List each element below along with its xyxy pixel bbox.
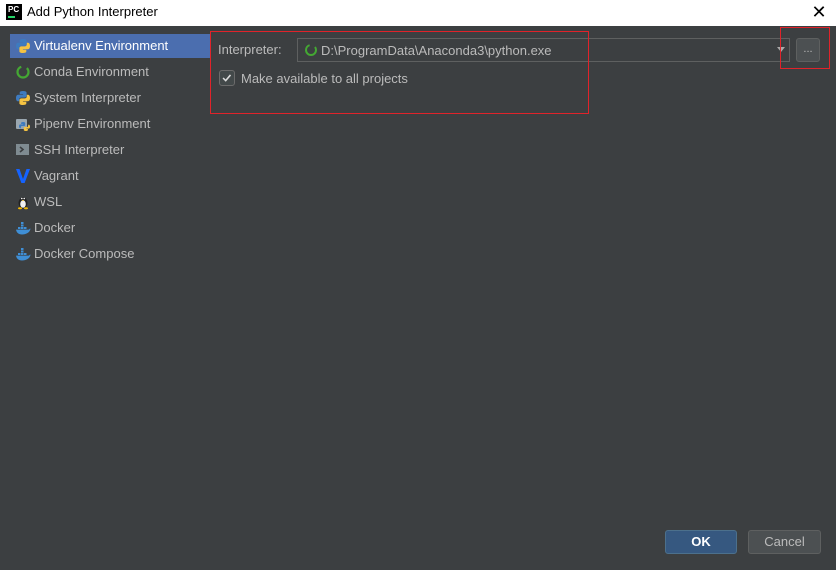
interpreter-combobox[interactable]: D:\ProgramData\Anaconda3\python.exe — [297, 38, 790, 62]
ok-button[interactable]: OK — [665, 530, 737, 554]
sidebar-item-label: WSL — [34, 194, 63, 209]
docker-icon — [16, 222, 31, 235]
title-bar: PC Add Python Interpreter ✕ — [0, 0, 836, 26]
close-button[interactable]: ✕ — [802, 0, 836, 26]
sidebar-item-label: Docker — [34, 220, 76, 235]
checkmark-icon — [222, 74, 232, 82]
window-title: Add Python Interpreter — [27, 4, 158, 19]
sidebar-item-docker-compose[interactable]: Docker Compose — [10, 242, 210, 266]
sidebar-item-label: Pipenv Environment — [34, 116, 151, 131]
pipenv-icon — [16, 119, 30, 131]
sidebar-item-label: Virtualenv Environment — [34, 38, 169, 53]
sidebar-item-vagrant[interactable]: Vagrant — [10, 164, 210, 188]
sidebar-item-label: SSH Interpreter — [34, 142, 125, 157]
interpreter-label: Interpreter: — [218, 42, 282, 57]
make-available-label[interactable]: Make available to all projects — [241, 71, 408, 86]
linux-penguin-icon — [18, 197, 28, 210]
conda-icon — [305, 44, 317, 56]
conda-icon — [16, 65, 30, 79]
sidebar-item-conda[interactable]: Conda Environment — [10, 60, 210, 84]
pycharm-logo-icon: PC — [6, 4, 22, 20]
python-icon — [16, 39, 30, 53]
browse-interpreter-button[interactable]: ... — [796, 38, 820, 62]
cancel-button[interactable]: Cancel — [748, 530, 821, 554]
app-icon-text: PC — [8, 5, 20, 14]
interpreter-path-value: D:\ProgramData\Anaconda3\python.exe — [321, 43, 552, 58]
sidebar-item-label: Conda Environment — [34, 64, 149, 79]
sidebar-item-pipenv[interactable]: Pipenv Environment — [10, 112, 210, 136]
add-python-interpreter-dialog: PC Add Python Interpreter ✕ Virtualenv E… — [0, 0, 836, 570]
sidebar-item-label: Docker Compose — [34, 246, 135, 261]
environment-type-sidebar: Virtualenv Environment Conda Environment… — [0, 26, 210, 570]
make-available-checkbox[interactable] — [219, 70, 235, 86]
vagrant-icon — [16, 169, 30, 183]
sidebar-item-docker[interactable]: Docker — [10, 216, 210, 240]
sidebar-item-system-interpreter[interactable]: System Interpreter — [10, 86, 210, 110]
sidebar-item-label: System Interpreter — [34, 90, 141, 105]
sidebar-item-label: Vagrant — [34, 168, 79, 183]
chevron-down-icon[interactable] — [777, 47, 785, 53]
sidebar-item-wsl[interactable]: WSL — [10, 190, 210, 214]
ssh-icon — [16, 144, 29, 155]
docker-icon — [16, 248, 31, 261]
sidebar-item-ssh-interpreter[interactable]: SSH Interpreter — [10, 138, 210, 162]
sidebar-item-virtualenv[interactable]: Virtualenv Environment — [10, 34, 210, 58]
python-icon — [16, 91, 30, 105]
